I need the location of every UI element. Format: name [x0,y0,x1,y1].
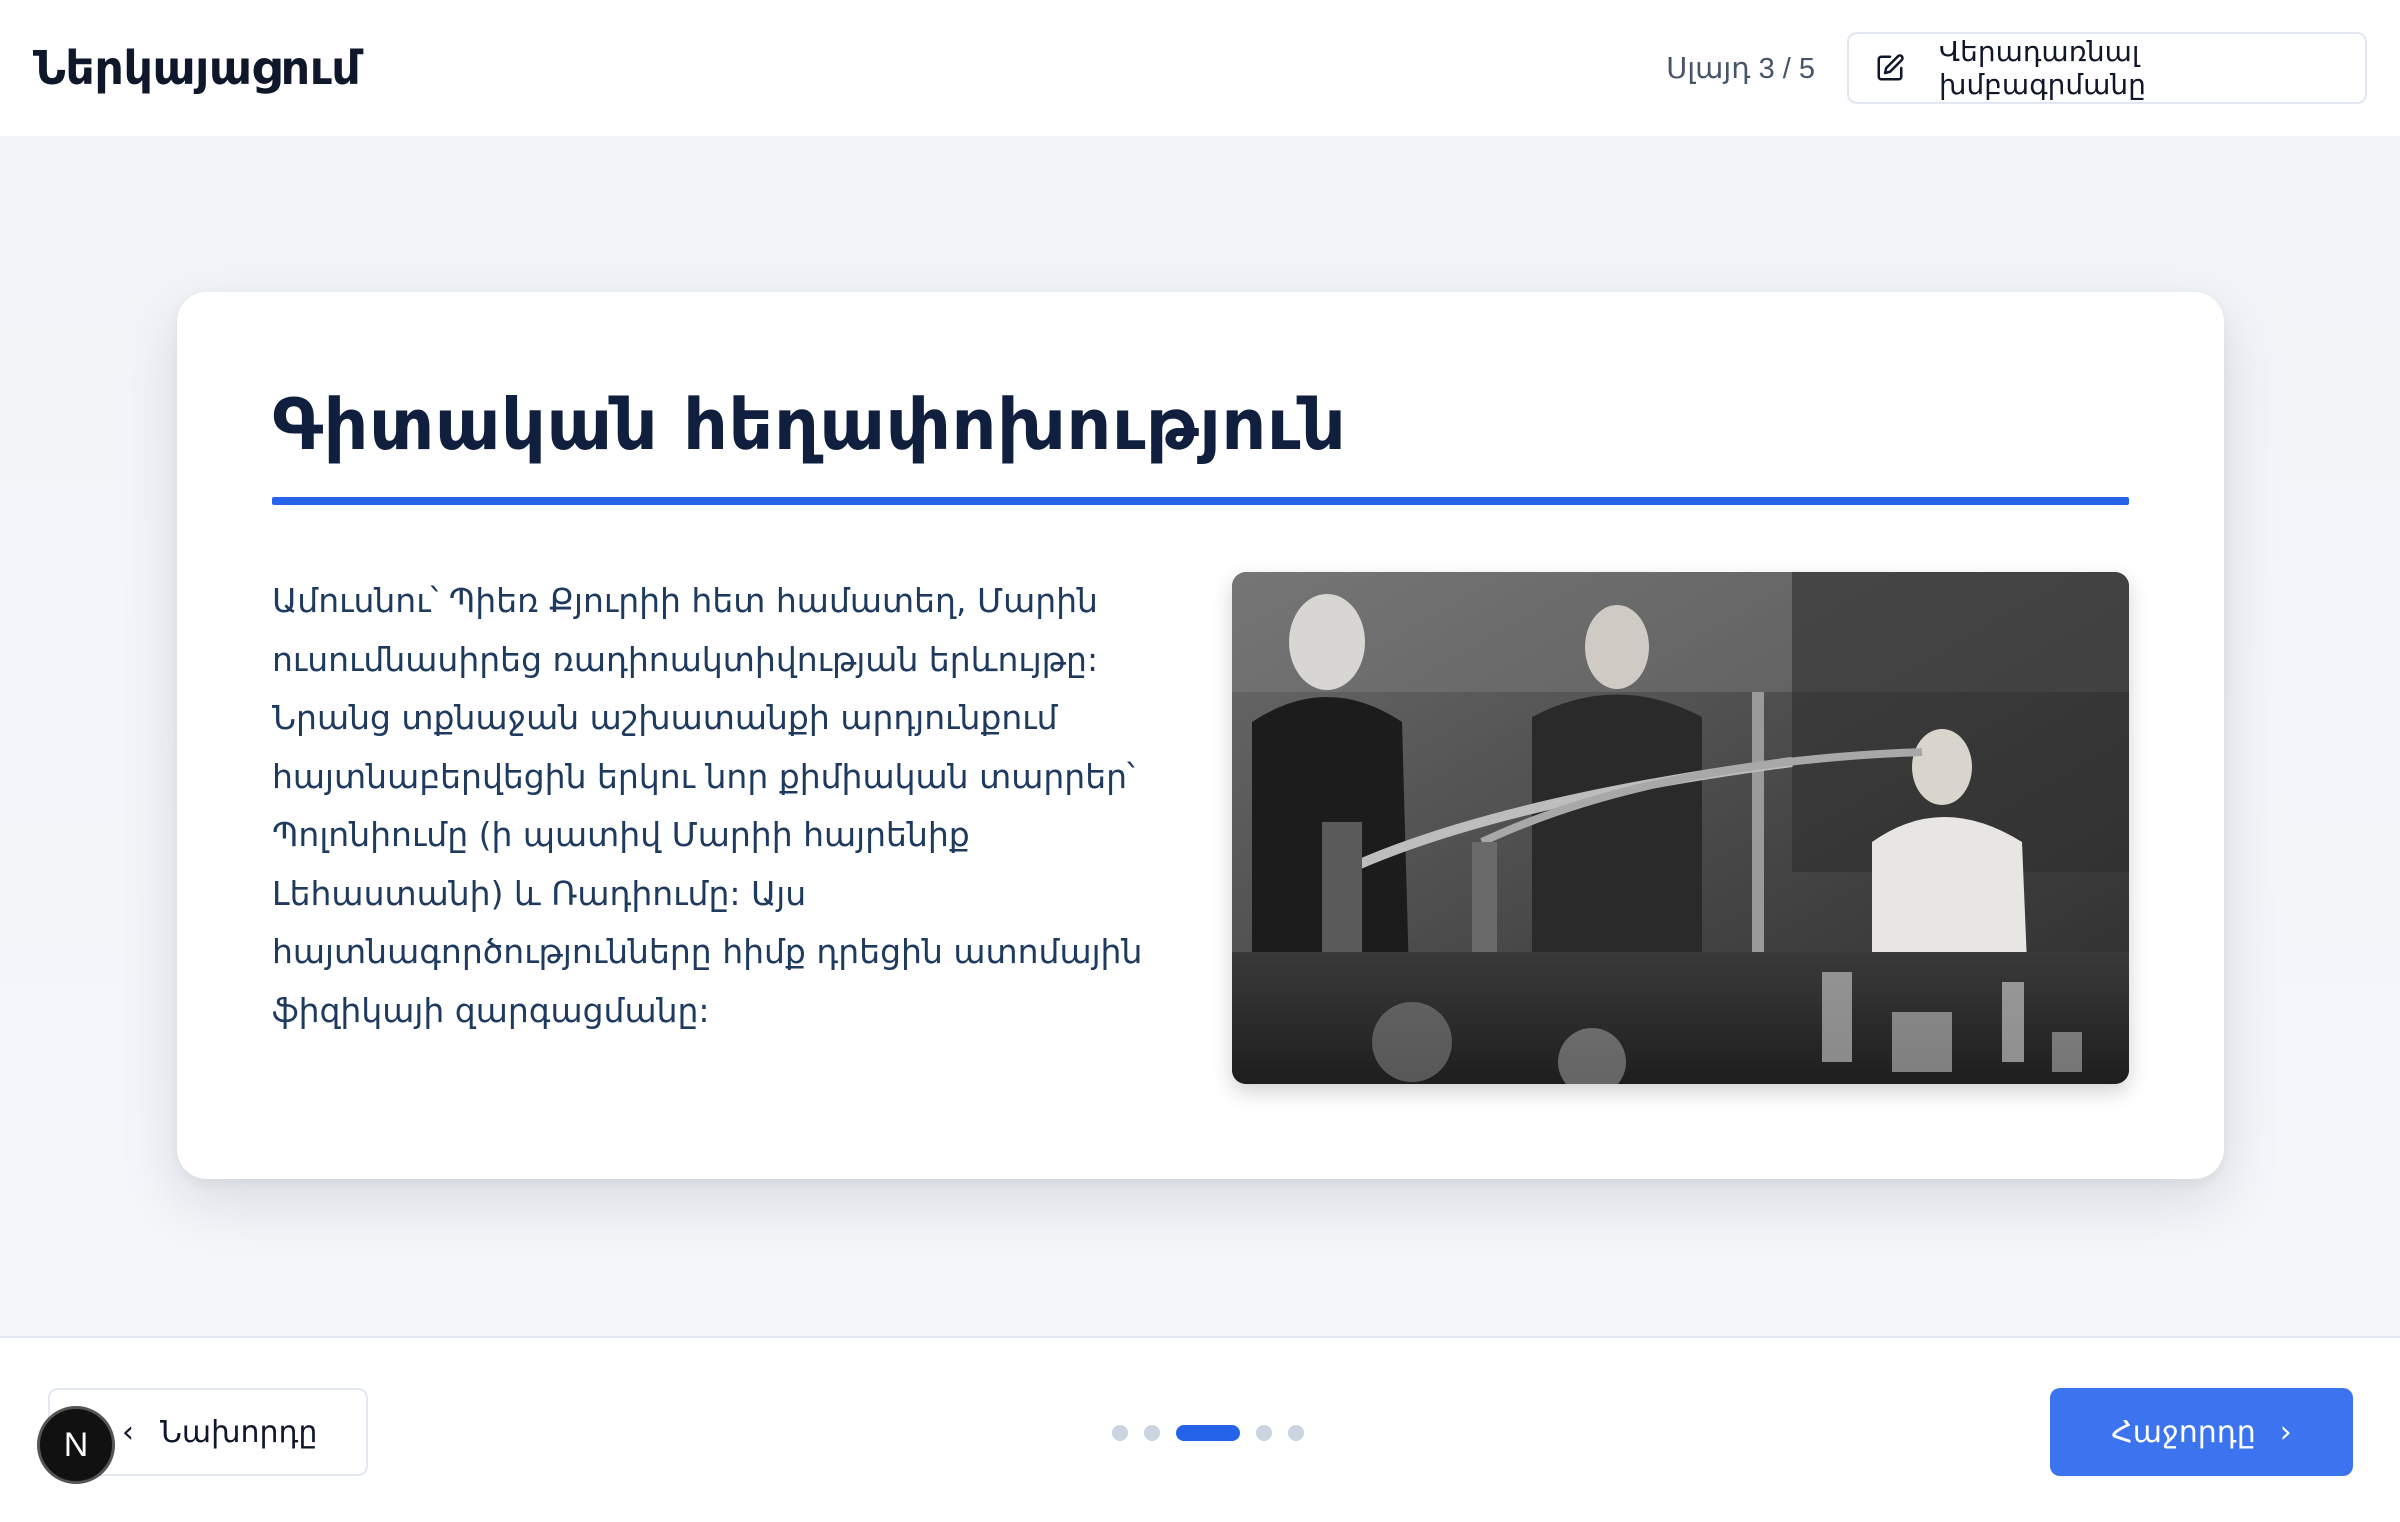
top-bar: Ներկայացում Սլայդ 3 / 5 Վերադառնալ խմբագ… [0,0,2400,136]
slide-card: Գիտական հեղափոխություն Ամուսնու՝ Պիեռ Քյ… [177,292,2224,1179]
slide-dot-2[interactable] [1144,1425,1160,1441]
chevron-right-icon: › [2279,1414,2292,1450]
title-underline [272,497,2129,505]
back-to-edit-button[interactable]: Վերադառնալ խմբագրմանը [1847,32,2367,104]
pencil-square-icon [1877,54,1904,81]
slide-photo [1232,572,2129,1084]
framework-badge[interactable]: N [37,1406,115,1484]
slide-dot-5[interactable] [1288,1425,1304,1441]
back-to-edit-label: Վերադառնալ խմբագրմանը [1939,35,2146,101]
lab-photo-illustration [1232,572,2129,1084]
slide-dot-1[interactable] [1112,1425,1128,1441]
app-title: Ներկայացում [33,41,361,95]
prev-label: Նախորդը [160,1414,318,1450]
slide-body-text: Ամուսնու՝ Պիեռ Քյուրիի հետ համատեղ, Մարի… [272,581,1143,1030]
next-label: Հաջորդը [2111,1414,2256,1450]
slide-dot-3-active[interactable] [1176,1425,1240,1441]
bottom-nav-bar: ‹ Նախորդը Հաջորդը › [0,1336,2400,1522]
slide-dots [1112,1425,1320,1441]
slide-stage: Գիտական հեղափոխություն Ամուսնու՝ Պիեռ Քյ… [0,136,2400,1336]
slide-title: Գիտական հեղափոխություն [272,384,1347,466]
next-button[interactable]: Հաջորդը › [2050,1388,2353,1476]
slide-counter: Սլայդ 3 / 5 [1666,52,1815,85]
slide-dot-4[interactable] [1256,1425,1272,1441]
top-right-group: Սլայդ 3 / 5 Վերադառնալ խմբագրմանը [1666,32,2367,104]
chevron-left-icon: ‹ [122,1414,134,1450]
